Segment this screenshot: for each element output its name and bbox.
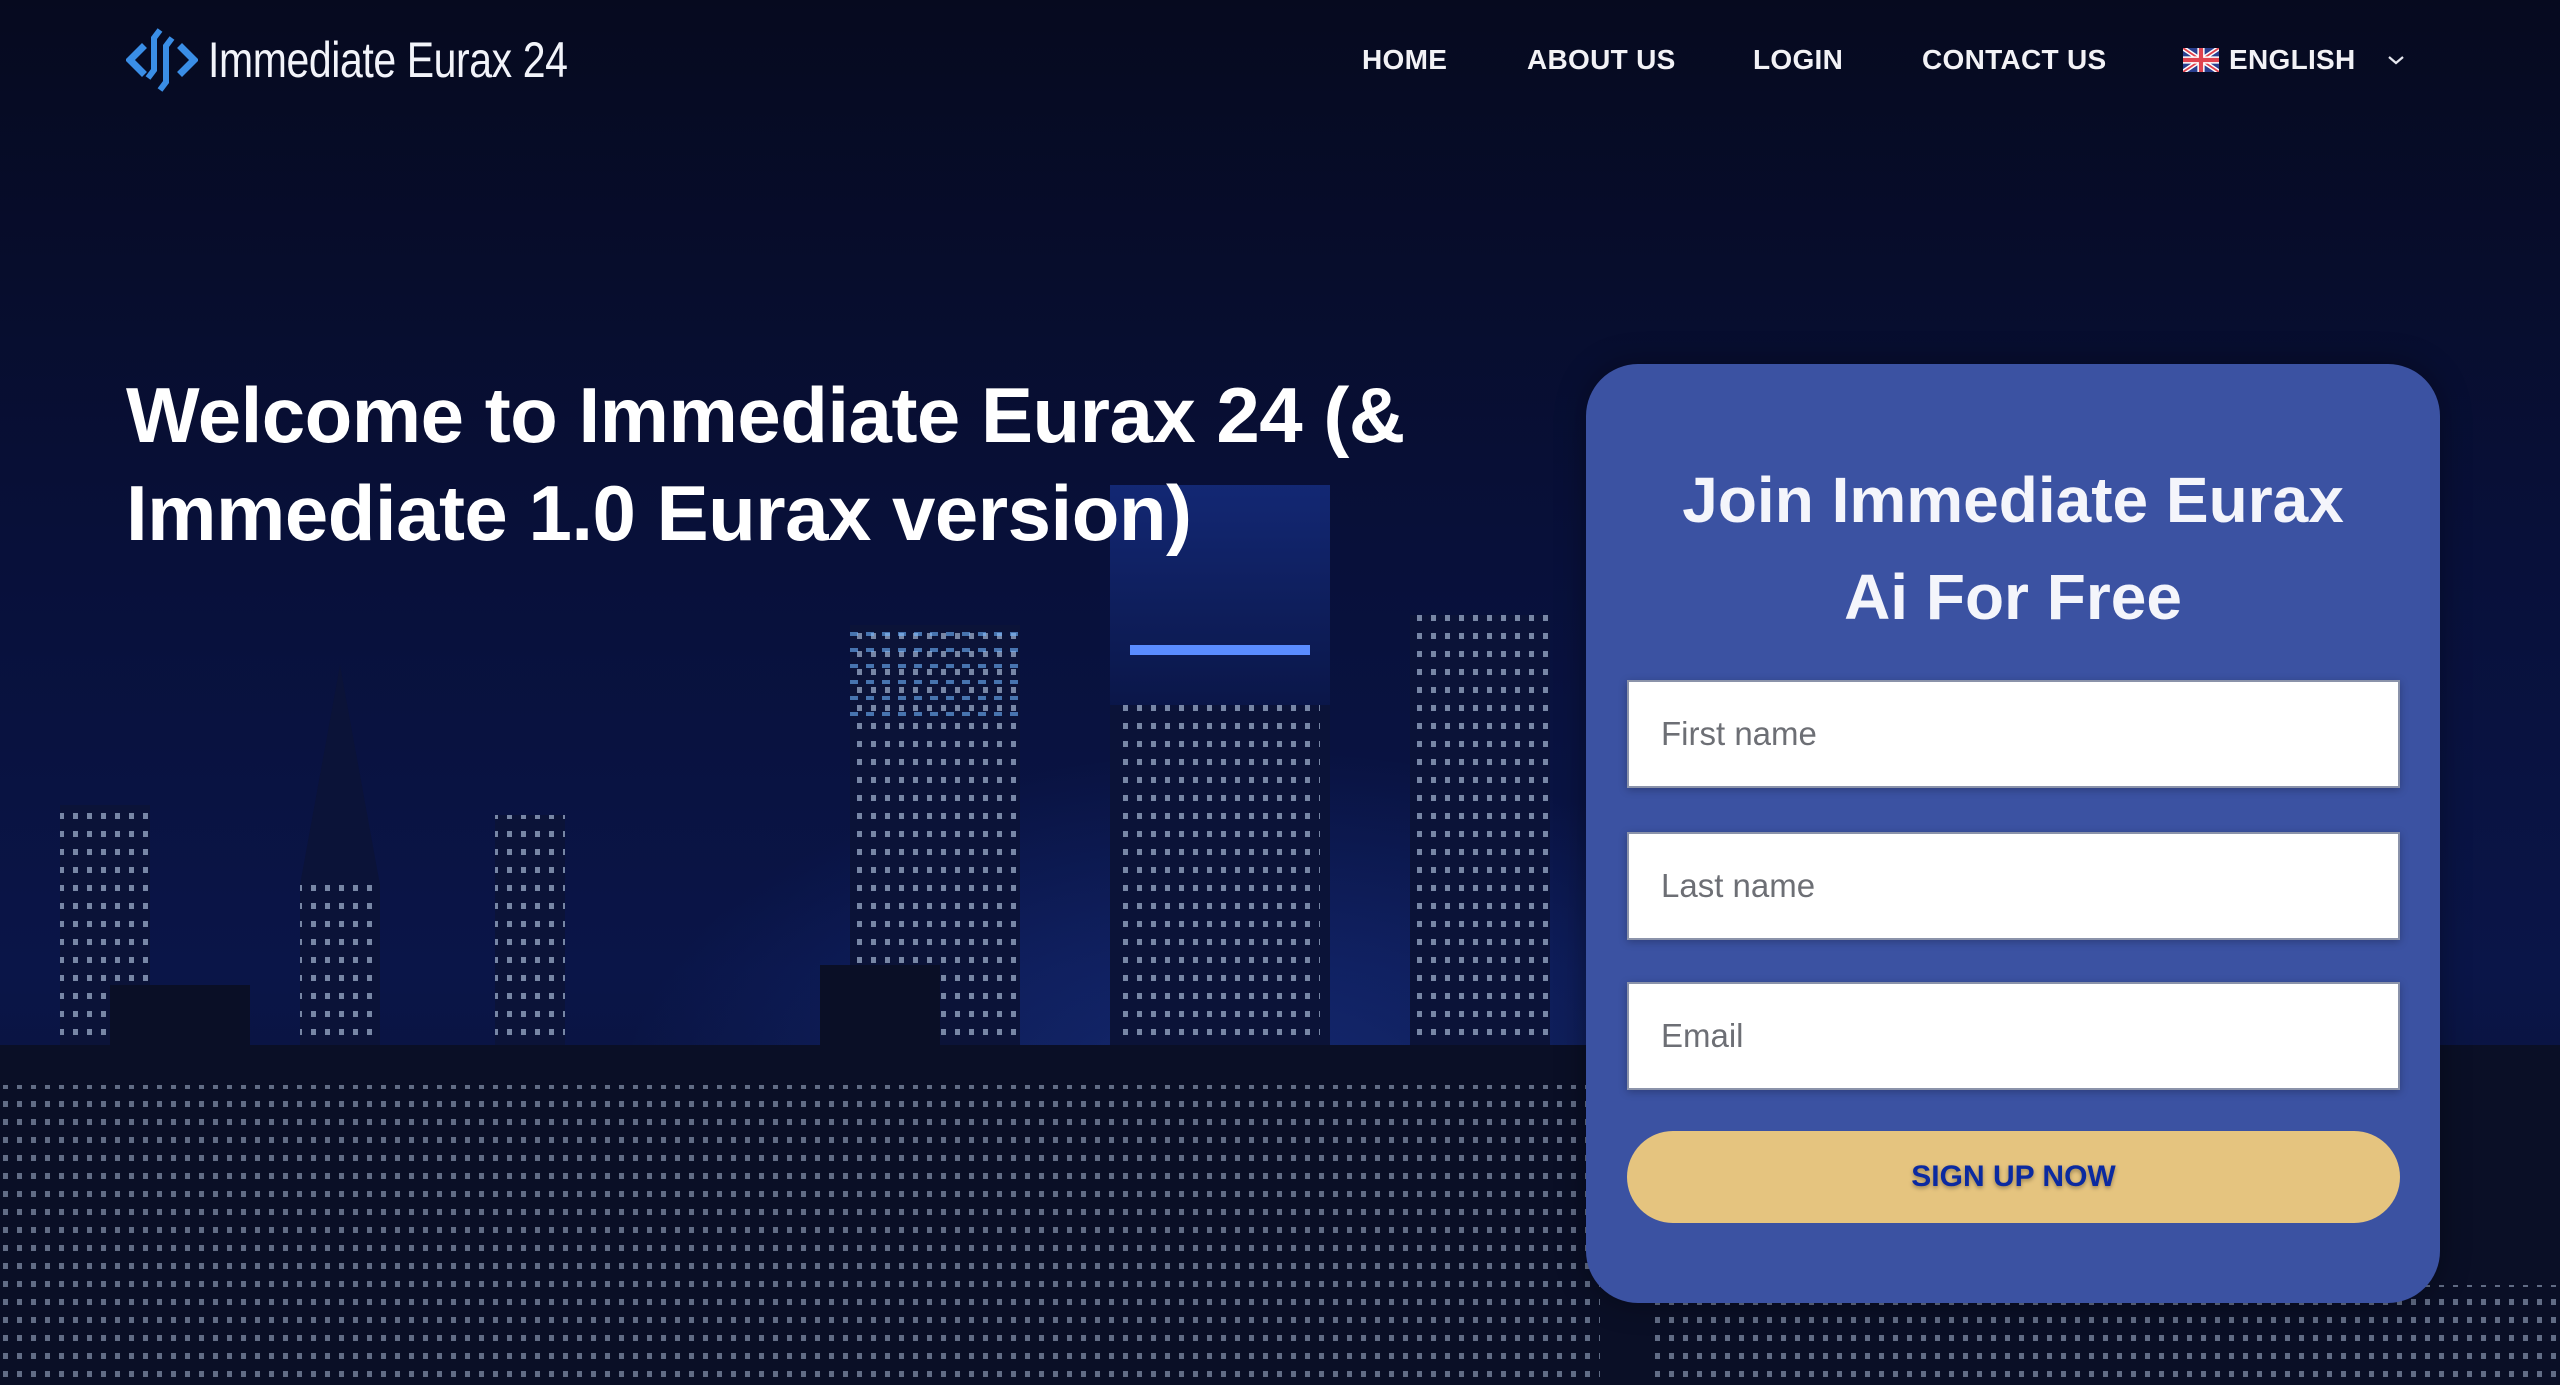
signup-title-line-2: Ai For Free — [1844, 561, 2182, 633]
first-name-input[interactable] — [1627, 680, 2400, 788]
nav-contact-us[interactable]: CONTACT US — [1922, 40, 2106, 80]
logo-icon — [126, 28, 198, 92]
nav-login[interactable]: LOGIN — [1753, 40, 1843, 80]
language-selector[interactable]: ENGLISH — [2183, 40, 2406, 80]
sign-up-button[interactable]: SIGN UP NOW — [1627, 1131, 2400, 1223]
nav-home[interactable]: HOME — [1362, 40, 1447, 80]
site-header: Immediate Eurax 24 HOME ABOUT US LOGIN C… — [0, 0, 2560, 120]
signup-title-line-1: Join Immediate Eurax — [1682, 464, 2344, 536]
uk-flag-icon — [2183, 48, 2219, 72]
logo[interactable]: Immediate Eurax 24 — [126, 24, 646, 96]
chevron-down-icon — [2387, 56, 2404, 65]
last-name-input[interactable] — [1627, 832, 2400, 940]
hero-title-line-2: Immediate 1.0 Eurax version) — [126, 469, 1192, 557]
logo-text: Immediate Eurax 24 — [208, 32, 568, 88]
signup-title: Join Immediate Eurax Ai For Free — [1586, 452, 2440, 646]
email-input[interactable] — [1627, 982, 2400, 1090]
signup-card: Join Immediate Eurax Ai For Free SIGN UP… — [1586, 364, 2440, 1303]
nav-about-us[interactable]: ABOUT US — [1527, 40, 1676, 80]
language-label: ENGLISH — [2229, 44, 2356, 75]
hero-title-line-1: Welcome to Immediate Eurax 24 (& — [126, 371, 1405, 459]
hero-title: Welcome to Immediate Eurax 24 (& Immedia… — [126, 366, 1526, 562]
